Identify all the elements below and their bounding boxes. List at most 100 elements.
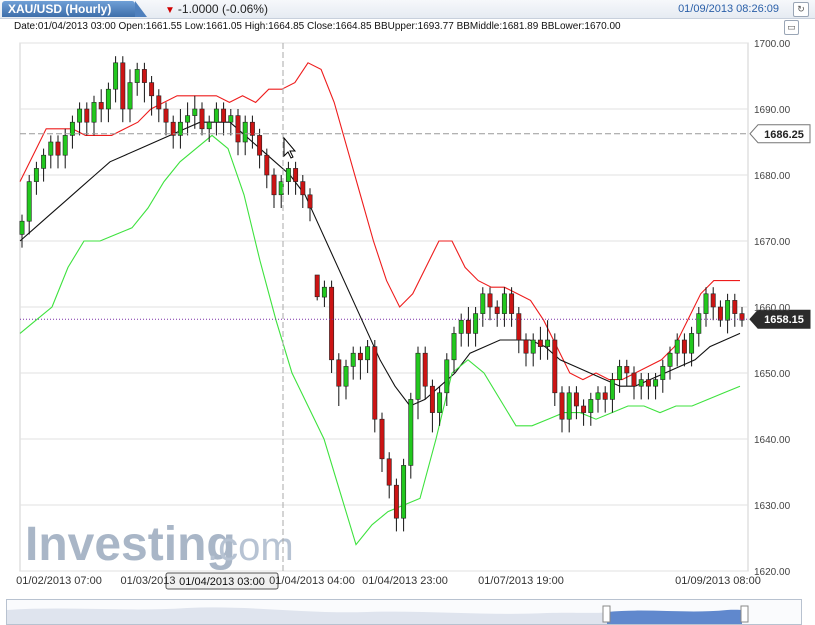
candle-down bbox=[141, 69, 147, 83]
candle-down bbox=[300, 181, 306, 196]
candle-up bbox=[41, 154, 47, 169]
candle-down bbox=[163, 108, 169, 123]
price-chart[interactable]: Investing .com 1686.25 1658.15 01/04/2013 … bbox=[0, 18, 815, 595]
candle-down bbox=[357, 352, 363, 361]
candle-down bbox=[552, 339, 558, 394]
candle-up bbox=[638, 379, 644, 387]
candle-up bbox=[545, 339, 551, 347]
candle-down bbox=[264, 154, 270, 176]
candle-down bbox=[314, 274, 320, 298]
y-tick-label: 1670.00 bbox=[754, 237, 791, 248]
candle-down bbox=[509, 293, 515, 314]
candle-up bbox=[703, 293, 709, 314]
y-tick-label: 1690.00 bbox=[754, 105, 791, 116]
candle-down bbox=[271, 174, 277, 196]
candle-up bbox=[689, 333, 695, 354]
symbol-label: XAU/USD (Hourly) bbox=[8, 2, 112, 16]
candle-down bbox=[329, 286, 335, 361]
watermark-suffix: .com bbox=[207, 525, 294, 569]
candle-down bbox=[645, 379, 651, 387]
last-price-label-text: 1658.15 bbox=[764, 314, 804, 326]
price-change-value: -1.0000 (-0.06%) bbox=[177, 2, 268, 16]
candle-up bbox=[415, 352, 421, 400]
candle-down bbox=[681, 339, 687, 354]
candle-down bbox=[293, 168, 299, 182]
candle-up bbox=[660, 366, 666, 380]
candle-down bbox=[602, 392, 608, 400]
navigator-left-handle[interactable] bbox=[602, 605, 611, 623]
x-tick-label: 01/03/2013 bbox=[120, 575, 175, 587]
candle-up bbox=[77, 108, 83, 123]
candle-up bbox=[242, 121, 248, 143]
candle-down bbox=[717, 306, 723, 321]
candle-up bbox=[653, 379, 659, 387]
candle-down bbox=[257, 135, 263, 156]
candle-up bbox=[206, 121, 212, 130]
candle-down bbox=[631, 372, 637, 387]
y-tick-label: 1630.00 bbox=[754, 501, 791, 512]
candle-down bbox=[487, 293, 493, 308]
candle-up bbox=[501, 293, 507, 314]
candle-up bbox=[192, 108, 198, 116]
candle-up bbox=[91, 102, 97, 123]
candle-up bbox=[62, 135, 68, 156]
navigator-right-handle[interactable] bbox=[740, 605, 749, 623]
candle-down bbox=[732, 300, 738, 314]
candle-up bbox=[566, 392, 572, 420]
candle-down bbox=[624, 366, 630, 374]
candle-up bbox=[285, 168, 291, 182]
y-tick-label: 1640.00 bbox=[754, 435, 791, 446]
candle-up bbox=[437, 392, 443, 413]
candle-up bbox=[451, 333, 457, 361]
candle-down bbox=[379, 418, 385, 460]
price-change: ▼ -1.0000 (-0.06%) bbox=[165, 2, 268, 16]
candle-up bbox=[127, 82, 133, 110]
crosshair-date-text: 01/04/2013 03:00 bbox=[179, 576, 265, 588]
x-tick-label: 01/02/2013 07:00 bbox=[16, 575, 102, 587]
candle-up bbox=[213, 108, 219, 123]
watermark-brand: Investing bbox=[25, 518, 236, 571]
chart-header: XAU/USD (Hourly) ▼ -1.0000 (-0.06%) 01/09… bbox=[0, 0, 815, 19]
candle-up bbox=[473, 313, 479, 334]
down-triangle-icon: ▼ bbox=[165, 5, 175, 16]
candle-down bbox=[372, 346, 378, 420]
candle-down bbox=[149, 82, 155, 97]
candle-up bbox=[667, 352, 673, 367]
candle-down bbox=[422, 352, 428, 387]
candle-up bbox=[609, 379, 615, 400]
candle-down bbox=[465, 319, 471, 334]
candle-down bbox=[537, 339, 543, 347]
crosshair-price-label: 1686.25 bbox=[749, 124, 811, 144]
y-axis: 1620.001630.001640.001650.001660.001670.… bbox=[754, 39, 791, 578]
candle-up bbox=[134, 69, 140, 83]
candle-up bbox=[48, 141, 54, 156]
investing-watermark: Investing .com bbox=[25, 518, 294, 571]
candle-down bbox=[393, 484, 399, 519]
candle-down bbox=[84, 108, 90, 123]
candle-down bbox=[55, 141, 61, 156]
candle-down bbox=[98, 102, 104, 110]
candle-down bbox=[559, 392, 565, 420]
symbol-tab[interactable]: XAU/USD (Hourly) bbox=[2, 1, 148, 17]
x-axis: 01/02/2013 07:00 01/03/2013 01/04/2013 04:… bbox=[16, 575, 761, 587]
chart-grid bbox=[19, 42, 749, 572]
candle-up bbox=[185, 115, 191, 123]
candle-up bbox=[105, 88, 111, 110]
candle-down bbox=[494, 306, 500, 314]
candle-up bbox=[696, 313, 702, 334]
candle-up bbox=[444, 359, 450, 394]
x-tick-label: 01/04/2013 23:00 bbox=[362, 575, 448, 587]
y-tick-label: 1650.00 bbox=[754, 369, 791, 380]
candle-up bbox=[19, 220, 25, 235]
chart-navigator[interactable] bbox=[6, 599, 802, 625]
candle-up bbox=[26, 181, 32, 222]
candle-up bbox=[674, 339, 680, 354]
candle-up bbox=[365, 346, 371, 361]
refresh-icon[interactable]: ↻ bbox=[793, 2, 809, 17]
candle-down bbox=[573, 392, 579, 407]
candle-up bbox=[401, 465, 407, 519]
expand-icon[interactable]: ▭ bbox=[784, 20, 799, 35]
y-tick-label: 1660.00 bbox=[754, 303, 791, 314]
candle-up bbox=[458, 319, 464, 334]
y-tick-label: 1700.00 bbox=[754, 39, 791, 50]
